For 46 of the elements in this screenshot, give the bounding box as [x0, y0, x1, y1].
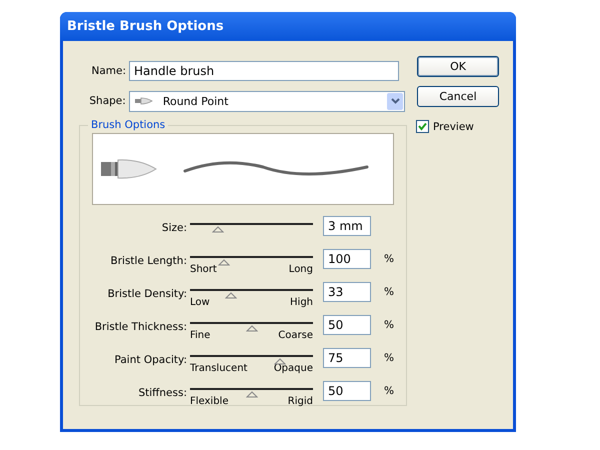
dialog-button[interactable]: Cancel — [417, 86, 499, 107]
group-title: Brush Options — [90, 119, 166, 131]
slider-track[interactable] — [190, 289, 313, 299]
slider-track[interactable] — [190, 223, 313, 233]
unit-label: % — [384, 384, 394, 397]
value-field[interactable]: 100 — [323, 249, 371, 269]
value-field[interactable]: 3 mm — [323, 216, 371, 236]
preview-label: Preview — [433, 120, 474, 132]
value-field[interactable]: 33 — [323, 282, 371, 302]
min-label: Fine — [190, 330, 210, 341]
min-label: Translucent — [190, 363, 248, 374]
name-field[interactable]: Handle brush — [129, 61, 399, 81]
value-field[interactable]: 50 — [323, 315, 371, 335]
max-label: High — [290, 297, 313, 308]
dropdown-button[interactable] — [387, 92, 403, 110]
slider-label: Size: — [160, 221, 187, 234]
slider-label: Bristle Density: — [106, 287, 187, 300]
max-label: Opaque — [274, 363, 313, 374]
unit-label: % — [384, 351, 394, 364]
unit-label: % — [384, 252, 394, 265]
dialog-button[interactable]: OK — [417, 56, 499, 77]
slider-label: Bristle Length: — [110, 254, 187, 267]
slider-track[interactable] — [190, 322, 313, 332]
slider-track[interactable] — [190, 355, 313, 365]
name-label: Name: — [90, 65, 127, 77]
max-label: Long — [288, 264, 313, 275]
slider-track[interactable] — [190, 388, 313, 398]
window-title: Bristle Brush Options — [67, 19, 224, 34]
slider-label: Stiffness: — [137, 386, 187, 399]
slider-label: Bristle Thickness: — [94, 320, 187, 333]
min-label: Low — [190, 297, 210, 308]
max-label: Rigid — [288, 396, 313, 407]
checkbox[interactable] — [416, 120, 429, 133]
value-field[interactable]: 50 — [323, 381, 371, 401]
shape-dropdown[interactable]: Round Point — [128, 90, 405, 112]
slider-track[interactable] — [190, 256, 313, 266]
min-label: Flexible — [190, 396, 228, 407]
min-label: Short — [190, 264, 217, 275]
unit-label: % — [384, 318, 394, 331]
chevron-down-icon — [390, 98, 400, 104]
max-label: Coarse — [278, 330, 313, 341]
slider-label: Paint Opacity: — [114, 353, 187, 366]
value-field[interactable]: 75 — [323, 348, 371, 368]
shape-label: Shape: — [88, 95, 127, 107]
unit-label: % — [384, 285, 394, 298]
brush-tip-icon — [134, 97, 153, 105]
